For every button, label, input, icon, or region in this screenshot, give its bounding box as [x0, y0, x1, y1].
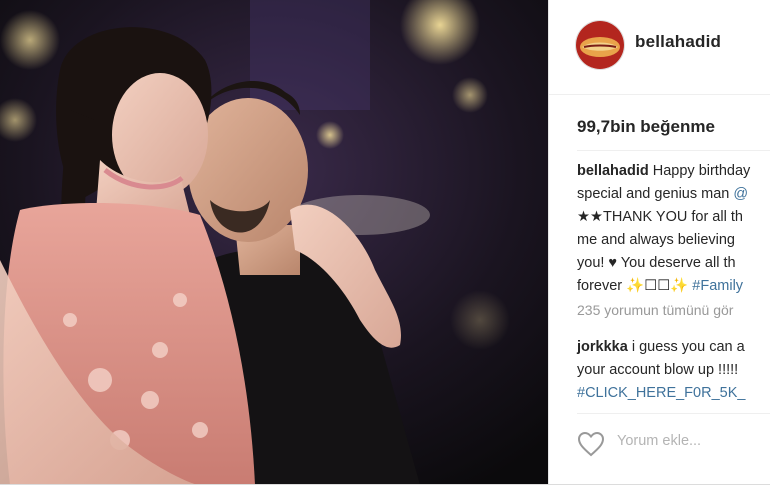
- caption-username[interactable]: bellahadid: [577, 163, 649, 179]
- likes-count[interactable]: 99,7bin beğenme: [577, 117, 715, 137]
- comment-line-2: your account blow up !!!!!: [577, 362, 739, 378]
- comment-hashtag-link[interactable]: #CLICK_HERE_F0R_5K_: [577, 382, 770, 405]
- divider: [577, 150, 770, 151]
- view-all-comments-link[interactable]: 235 yorumun tümünü gör: [577, 302, 733, 318]
- avatar[interactable]: [575, 20, 625, 70]
- caption-line-3: ★★THANK YOU for all th: [577, 209, 743, 225]
- caption-line-2: special and genius man @: [577, 183, 770, 206]
- post-caption: bellahadid Happy birthday special and ge…: [577, 160, 770, 298]
- caption-text-1: Happy birthday: [648, 163, 751, 179]
- post-header: bellahadid: [549, 0, 770, 95]
- heart-icon: [577, 431, 605, 457]
- caption-line-6: forever ✨☐☐✨ #Family: [577, 275, 770, 298]
- comment-username[interactable]: jorkkka: [577, 339, 628, 355]
- divider-bottom: [577, 413, 770, 414]
- avatar-image: [576, 21, 624, 69]
- caption-text-2: special and genius man: [577, 186, 734, 202]
- add-comment-input[interactable]: Yorum ekle...: [617, 433, 701, 449]
- caption-line-1: bellahadid Happy birthday: [577, 160, 770, 183]
- post-photo-image: [0, 0, 548, 485]
- post-sidebar: bellahadid 99,7bin beğenme bellahadid Ha…: [548, 0, 770, 485]
- comment-text-1: i guess you can a: [627, 339, 745, 355]
- like-heart-icon[interactable]: [577, 431, 605, 457]
- caption-text-6: forever ✨☐☐✨: [577, 278, 693, 294]
- caption-line-5: you! ♥ You deserve all th: [577, 255, 736, 271]
- username-link[interactable]: bellahadid: [635, 32, 721, 52]
- comment-line-1: jorkkka i guess you can a: [577, 336, 770, 359]
- hashtag-family-link[interactable]: #Family: [692, 278, 743, 294]
- post-photo[interactable]: [0, 0, 548, 485]
- caption-mention-link[interactable]: @: [733, 186, 748, 202]
- comment-item: jorkkka i guess you can a your account b…: [577, 336, 770, 405]
- caption-line-4: me and always believing: [577, 232, 735, 248]
